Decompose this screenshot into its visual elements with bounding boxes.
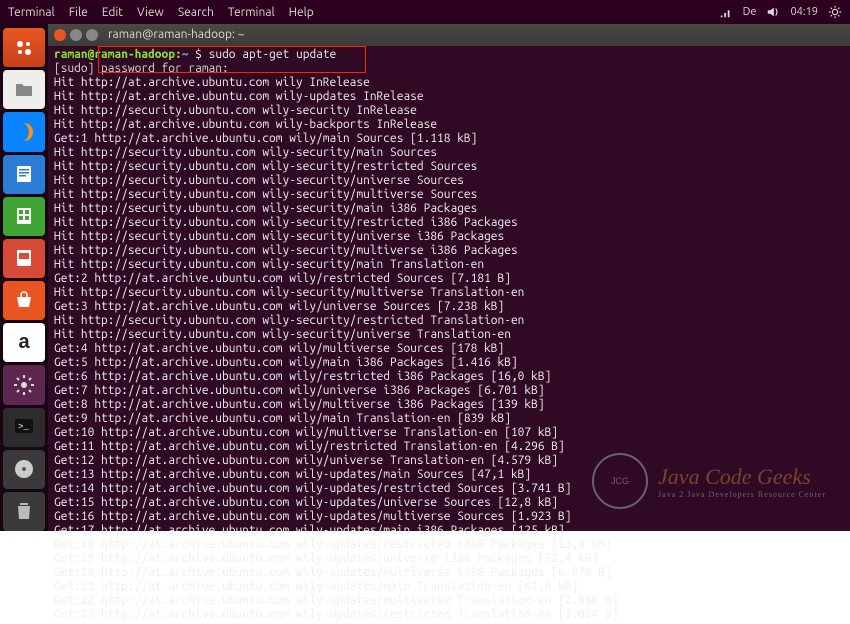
terminal-output[interactable]: raman@raman-hadoop:~ $ sudo apt-get upda…: [48, 46, 850, 624]
menu-search[interactable]: Search: [178, 6, 214, 19]
launcher-files[interactable]: [3, 70, 45, 109]
keyboard-layout[interactable]: De: [743, 6, 757, 18]
menu-edit[interactable]: Edit: [102, 6, 123, 19]
volume-icon[interactable]: [766, 5, 780, 19]
menu-terminal2[interactable]: Terminal: [228, 6, 275, 19]
launcher-terminal[interactable]: >_: [3, 408, 45, 447]
launcher-trash[interactable]: [3, 492, 45, 531]
window-titlebar[interactable]: raman@raman-hadoop: ~: [48, 24, 850, 46]
command-text: sudo apt-get update: [209, 48, 337, 61]
launcher-impress[interactable]: [3, 239, 45, 278]
launcher-amazon[interactable]: a: [3, 323, 45, 362]
terminal-window: raman@raman-hadoop: ~ raman@raman-hadoop…: [48, 24, 850, 531]
launcher-software[interactable]: [3, 281, 45, 320]
network-icon[interactable]: [719, 5, 733, 19]
app-menu: Terminal File Edit View Search Terminal …: [8, 6, 314, 19]
launcher-firefox[interactable]: [3, 112, 45, 151]
system-indicators: De 04:19: [719, 5, 842, 19]
launcher-writer[interactable]: [3, 155, 45, 194]
launcher-settings[interactable]: [3, 365, 45, 404]
svg-text:>_: >_: [18, 422, 29, 432]
desktop: a >_ raman@raman-hadoop: ~ raman@raman-h…: [0, 24, 850, 531]
launcher-dash[interactable]: [3, 28, 45, 67]
sudo-prompt: [sudo] password for raman:: [54, 62, 229, 75]
prompt-symbol: $: [195, 48, 202, 61]
system-topbar: Terminal File Edit View Search Terminal …: [0, 0, 850, 24]
maximize-icon[interactable]: [86, 29, 98, 41]
menu-help[interactable]: Help: [289, 6, 314, 19]
close-icon[interactable]: [54, 29, 66, 41]
menu-view[interactable]: View: [137, 6, 164, 19]
window-title: raman@raman-hadoop: ~: [108, 28, 245, 42]
minimize-icon[interactable]: [70, 29, 82, 41]
unity-launcher: a >_: [0, 24, 48, 531]
gear-icon[interactable]: [828, 5, 842, 19]
menu-terminal[interactable]: Terminal: [8, 6, 55, 19]
launcher-disc[interactable]: [3, 450, 45, 489]
clock[interactable]: 04:19: [790, 6, 818, 18]
output-lines: Hit http://at.archive.ubuntu.com wily In…: [54, 76, 844, 622]
launcher-calc[interactable]: [3, 197, 45, 236]
prompt-user: raman@raman-hadoop: [54, 48, 175, 61]
menu-file[interactable]: File: [69, 6, 88, 19]
